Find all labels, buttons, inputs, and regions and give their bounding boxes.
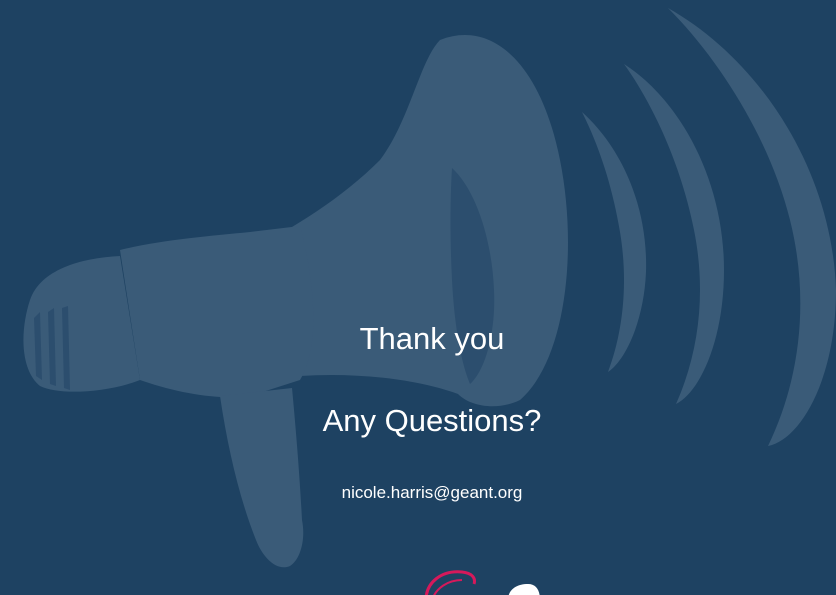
slide-title: Thank you — [359, 321, 505, 356]
slide-subtitle: Any Questions? — [322, 403, 542, 438]
geant-logo — [425, 570, 540, 595]
contact-email: nicole.harris@geant.org — [341, 483, 523, 502]
slide: Thank you Any Questions? nicole.harris@g… — [0, 0, 836, 595]
megaphone-icon — [23, 8, 836, 568]
